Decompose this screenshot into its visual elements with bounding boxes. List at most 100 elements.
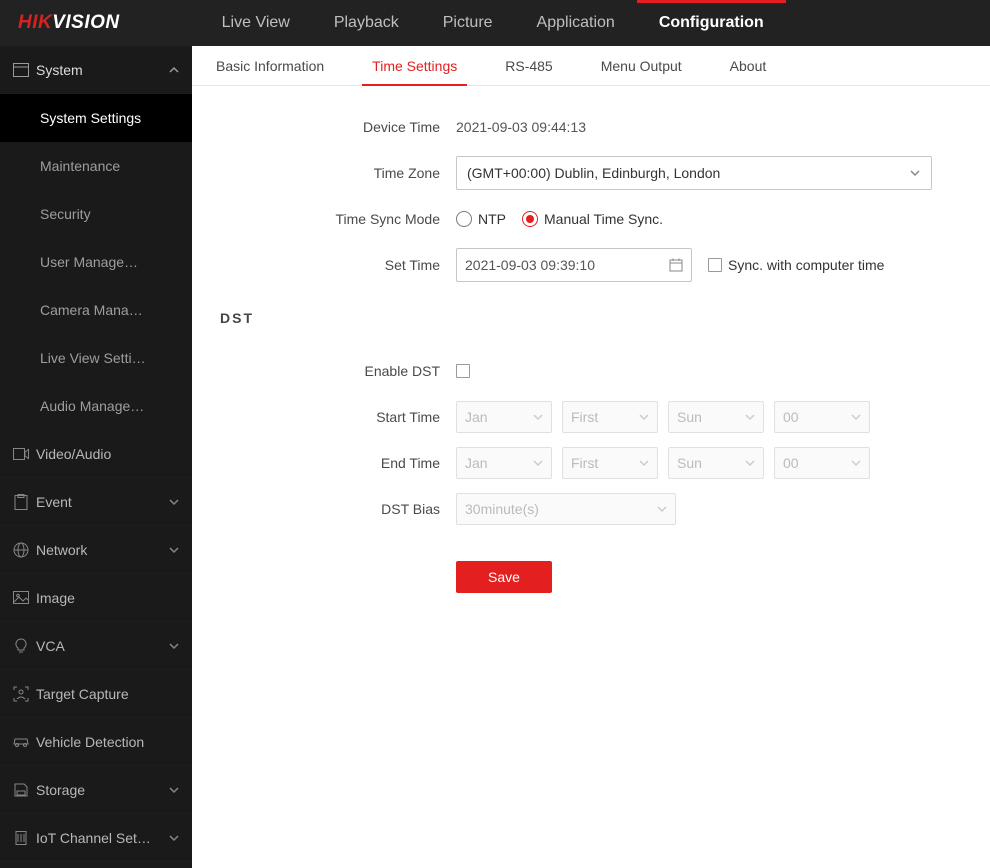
- sidebar-item-label: Vehicle Detection: [36, 734, 144, 750]
- start-hour-select[interactable]: 00: [774, 401, 870, 433]
- sidebar-item-label: System: [36, 62, 83, 78]
- main-content: Basic Information Time Settings RS-485 M…: [192, 46, 990, 868]
- subtab-menu-output[interactable]: Menu Output: [601, 46, 682, 85]
- sidebar-sub-user-management[interactable]: User Manage…: [0, 238, 192, 286]
- radio-manual-time-sync[interactable]: Manual Time Sync.: [522, 211, 663, 227]
- sidebar-item-vca[interactable]: VCA: [0, 622, 192, 670]
- sidebar-sub-audio-management[interactable]: Audio Manage…: [0, 382, 192, 430]
- tab-label: Application: [537, 14, 615, 32]
- select-value: 30minute(s): [465, 501, 539, 517]
- checkbox-label: Sync. with computer time: [728, 257, 884, 273]
- tab-application[interactable]: Application: [515, 0, 637, 46]
- tab-playback[interactable]: Playback: [312, 0, 421, 46]
- select-value: Sun: [677, 455, 702, 471]
- end-time-label: End Time: [216, 455, 456, 471]
- radio-icon: [522, 211, 538, 227]
- sidebar-item-event[interactable]: Event: [0, 478, 192, 526]
- start-time-label: Start Time: [216, 409, 456, 425]
- dst-bias-label: DST Bias: [216, 501, 456, 517]
- end-day-select[interactable]: Sun: [668, 447, 764, 479]
- sidebar-item-vehicle-detection[interactable]: Vehicle Detection: [0, 718, 192, 766]
- subtab-about[interactable]: About: [730, 46, 767, 85]
- logo-hik: HIK: [18, 12, 52, 34]
- chevron-down-icon: [168, 640, 180, 652]
- sidebar-sub-security[interactable]: Security: [0, 190, 192, 238]
- start-week-select[interactable]: First: [562, 401, 658, 433]
- chevron-down-icon: [639, 412, 649, 422]
- time-sync-mode-label: Time Sync Mode: [216, 211, 456, 227]
- time-zone-label: Time Zone: [216, 165, 456, 181]
- globe-icon: [12, 541, 30, 559]
- tab-label: Live View: [222, 14, 290, 32]
- chevron-down-icon: [851, 458, 861, 468]
- sidebar-item-iot-channel-settings[interactable]: IoT Channel Set…: [0, 814, 192, 862]
- sidebar-sub-live-view-settings[interactable]: Live View Setti…: [0, 334, 192, 382]
- person-frame-icon: [12, 685, 30, 703]
- sidebar-item-label: Image: [36, 590, 75, 606]
- tab-live-view[interactable]: Live View: [200, 0, 312, 46]
- tab-configuration[interactable]: Configuration: [637, 0, 786, 46]
- row-enable-dst: Enable DST: [216, 354, 966, 388]
- calendar-icon[interactable]: [669, 258, 683, 272]
- chevron-down-icon: [168, 784, 180, 796]
- sidebar-item-label: Network: [36, 542, 87, 558]
- subtab-rs-485[interactable]: RS-485: [505, 46, 552, 85]
- radio-ntp[interactable]: NTP: [456, 211, 506, 227]
- row-end-time: End Time Jan First Sun 00: [216, 446, 966, 480]
- sidebar-item-system[interactable]: System: [0, 46, 192, 94]
- sidebar-sub-label: Audio Manage…: [40, 398, 144, 414]
- end-hour-select[interactable]: 00: [774, 447, 870, 479]
- dst-bias-select[interactable]: 30minute(s): [456, 493, 676, 525]
- sidebar-sub-system-settings[interactable]: System Settings: [0, 94, 192, 142]
- logo-vision: VISION: [52, 12, 119, 34]
- set-time-input[interactable]: [465, 257, 683, 273]
- chevron-down-icon: [639, 458, 649, 468]
- chevron-down-icon: [533, 458, 543, 468]
- tab-label: Picture: [443, 14, 493, 32]
- chevron-down-icon: [533, 412, 543, 422]
- sidebar-sub-label: Camera Mana…: [40, 302, 143, 318]
- select-value: First: [571, 455, 598, 471]
- sidebar-sub-label: Security: [40, 206, 91, 222]
- checkbox-sync-with-computer-time[interactable]: Sync. with computer time: [708, 257, 884, 273]
- sidebar-item-label: Target Capture: [36, 686, 129, 702]
- save-button[interactable]: Save: [456, 561, 552, 593]
- sidebar-item-label: Event: [36, 494, 72, 510]
- set-time-input-wrapper: [456, 248, 692, 282]
- start-month-select[interactable]: Jan: [456, 401, 552, 433]
- sidebar-item-label: IoT Channel Set…: [36, 830, 151, 846]
- subtab-basic-information[interactable]: Basic Information: [216, 46, 324, 85]
- tab-picture[interactable]: Picture: [421, 0, 515, 46]
- sidebar-sub-maintenance[interactable]: Maintenance: [0, 142, 192, 190]
- start-day-select[interactable]: Sun: [668, 401, 764, 433]
- sidebar-sub-camera-management[interactable]: Camera Mana…: [0, 286, 192, 334]
- car-icon: [12, 733, 30, 751]
- sidebar-item-image[interactable]: Image: [0, 574, 192, 622]
- sidebar-item-storage[interactable]: Storage: [0, 766, 192, 814]
- checkbox-enable-dst[interactable]: [456, 364, 470, 378]
- iot-icon: [12, 829, 30, 847]
- sidebar-item-label: VCA: [36, 638, 65, 654]
- select-value: Jan: [465, 409, 488, 425]
- sub-tabs: Basic Information Time Settings RS-485 M…: [192, 46, 990, 86]
- select-value: 00: [783, 409, 799, 425]
- chevron-down-icon: [168, 832, 180, 844]
- sidebar-item-label: Storage: [36, 782, 85, 798]
- row-save: Save: [216, 560, 966, 594]
- subtab-label: About: [730, 58, 767, 74]
- top-nav: HIKVISION Live View Playback Picture App…: [0, 0, 990, 46]
- row-time-sync-mode: Time Sync Mode NTP Manual Time Sync.: [216, 202, 966, 236]
- sidebar-sub-label: Live View Setti…: [40, 350, 146, 366]
- device-time-label: Device Time: [216, 119, 456, 135]
- save-button-label: Save: [488, 569, 520, 585]
- select-value: First: [571, 409, 598, 425]
- time-zone-select[interactable]: (GMT+00:00) Dublin, Edinburgh, London: [456, 156, 932, 190]
- sidebar-item-video-audio[interactable]: Video/Audio: [0, 430, 192, 478]
- end-week-select[interactable]: First: [562, 447, 658, 479]
- sidebar-sub-label: User Manage…: [40, 254, 138, 270]
- tab-label: Playback: [334, 14, 399, 32]
- sidebar-item-network[interactable]: Network: [0, 526, 192, 574]
- subtab-time-settings[interactable]: Time Settings: [372, 46, 457, 85]
- sidebar-item-target-capture[interactable]: Target Capture: [0, 670, 192, 718]
- end-month-select[interactable]: Jan: [456, 447, 552, 479]
